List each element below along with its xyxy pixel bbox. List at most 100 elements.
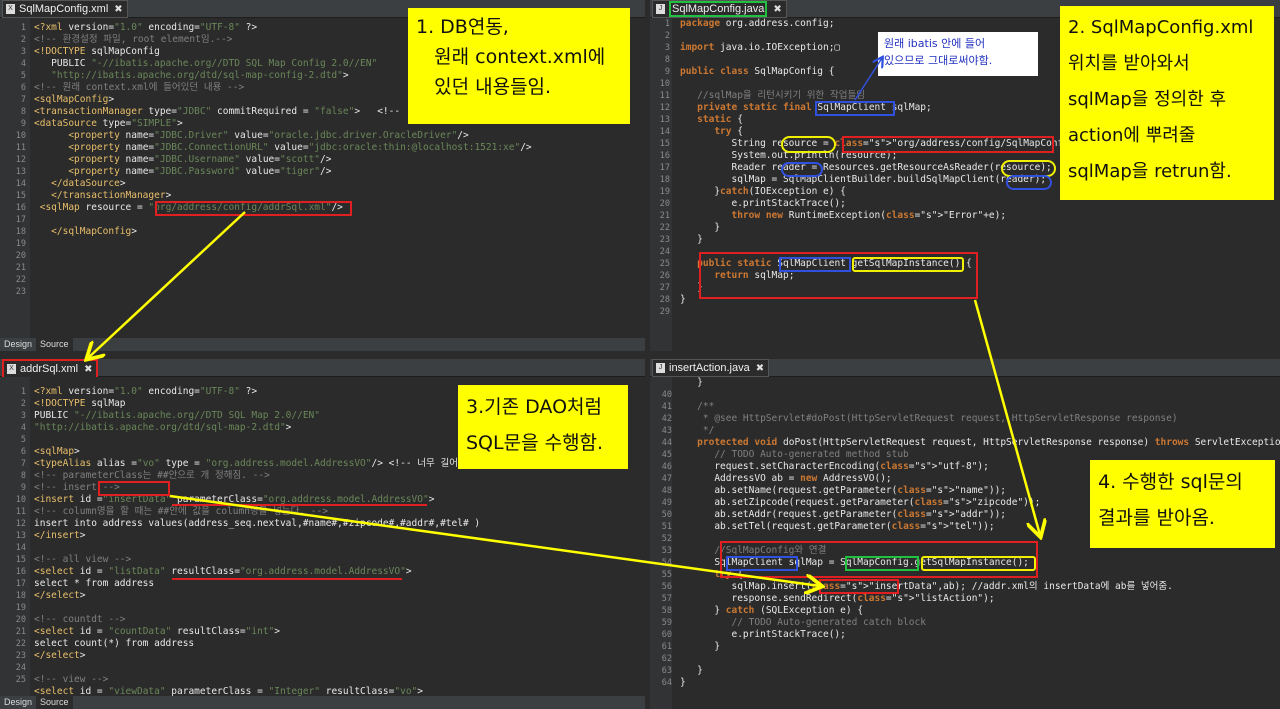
code-line[interactable]: <?xml version="1.0" encoding="UTF-8" ?> bbox=[34, 386, 480, 398]
tab-addrsql-xml[interactable]: XaddrSql.xml ✖ bbox=[2, 359, 99, 379]
code-line[interactable]: <!-- view --> bbox=[34, 674, 480, 686]
line-number: 62 bbox=[661, 654, 672, 664]
parameter-class-box bbox=[172, 491, 427, 506]
close-icon[interactable]: ✖ bbox=[773, 4, 781, 15]
code-line[interactable]: protected void doPost(HttpServletRequest… bbox=[680, 437, 1280, 449]
line-number: 51 bbox=[661, 522, 672, 532]
code-line[interactable]: "http://ibatis.apache.org/dtd/sql-map-2.… bbox=[34, 422, 480, 434]
line-number: 16 bbox=[659, 151, 670, 161]
source-tab[interactable]: Source bbox=[36, 696, 73, 709]
line-number: 12 bbox=[659, 103, 670, 113]
line-number: 50 bbox=[661, 510, 672, 520]
line-number: 15 bbox=[659, 139, 670, 149]
line-number: 10 bbox=[15, 131, 26, 141]
line-number: 58 bbox=[661, 606, 672, 616]
line-number: 52 bbox=[661, 534, 672, 544]
line-number: 3 bbox=[20, 47, 26, 57]
line-number: 15 bbox=[15, 191, 26, 201]
code-line[interactable]: <!-- countdt --> bbox=[34, 614, 480, 626]
code-line[interactable]: </sqlMapConfig> bbox=[34, 226, 532, 238]
code-line[interactable]: sqlMap.insert(class="s">"insertData",ab)… bbox=[680, 581, 1280, 593]
java-file-icon: J bbox=[656, 4, 665, 14]
code-line[interactable]: } bbox=[680, 641, 1280, 653]
code-line[interactable]: </dataSource> bbox=[34, 178, 532, 190]
code-line[interactable]: <select id = "countData" resultClass="in… bbox=[34, 626, 480, 638]
tab-sqlmapconfig-java[interactable]: J SqlMapConfig.java ✖ bbox=[652, 0, 787, 18]
code-line[interactable]: } catch (SQLException e) { bbox=[680, 605, 1280, 617]
insert-id-box bbox=[98, 481, 170, 496]
code-line[interactable]: <!DOCTYPE sqlMap bbox=[34, 398, 480, 410]
code-line[interactable]: } bbox=[680, 222, 1109, 234]
code-line[interactable]: } bbox=[680, 377, 1280, 389]
line-number: 17 bbox=[15, 215, 26, 225]
code-line[interactable] bbox=[680, 389, 1280, 401]
code-line[interactable]: throw new RuntimeException(class="s">"Er… bbox=[680, 210, 1109, 222]
code-line[interactable]: } bbox=[680, 665, 1280, 677]
editor-mode-tabs: Design Source bbox=[0, 696, 645, 709]
source-tab[interactable]: Source bbox=[36, 338, 73, 351]
line-number: 19 bbox=[15, 239, 26, 249]
line-number: 56 bbox=[661, 582, 672, 592]
code-line[interactable]: <typeAlias alias ="vo" type = "org.addre… bbox=[34, 458, 480, 470]
reader-arg-box bbox=[1006, 175, 1052, 190]
code-line[interactable]: <sqlMap> bbox=[34, 446, 480, 458]
code-line[interactable] bbox=[34, 286, 532, 298]
code-line[interactable]: e.printStackTrace(); bbox=[680, 629, 1280, 641]
code-line[interactable]: <!-- column명을 할 때는 ##안에 값을 column명을 넣는다.… bbox=[34, 506, 480, 518]
code-line[interactable] bbox=[34, 434, 480, 446]
code-line[interactable]: PUBLIC "-//ibatis.apache.org//DTD SQL Ma… bbox=[34, 410, 480, 422]
code-line[interactable] bbox=[34, 662, 480, 674]
code-line[interactable] bbox=[34, 250, 532, 262]
code-line[interactable] bbox=[34, 274, 532, 286]
line-number: 23 bbox=[659, 235, 670, 245]
code-line[interactable] bbox=[680, 653, 1280, 665]
line-number: 17 bbox=[15, 579, 26, 589]
line-number: 26 bbox=[659, 271, 670, 281]
code-line[interactable]: </insert> bbox=[34, 530, 480, 542]
sqlmap-resource-box bbox=[155, 201, 352, 216]
line-number: 41 bbox=[661, 402, 672, 412]
code-line[interactable]: /** bbox=[680, 401, 1280, 413]
line-number: 21 bbox=[659, 211, 670, 221]
close-icon[interactable]: ✖ bbox=[84, 364, 92, 375]
tab-sqlmapconfig-xml[interactable]: X SqlMapConfig.xml ✖ bbox=[2, 0, 128, 18]
code-line[interactable]: <property name="JDBC.ConnectionURL" valu… bbox=[34, 142, 531, 154]
line-number: 3 bbox=[664, 43, 670, 53]
close-icon[interactable]: ✖ bbox=[756, 363, 764, 374]
code-line[interactable] bbox=[34, 238, 532, 250]
code-line[interactable]: </select> bbox=[34, 650, 480, 662]
line-numbers: 1 2 3 4 5 6 7 8 9 10 11 12 13 14 15 16 17 18 19 20 21 22 23 24 2… bbox=[0, 386, 26, 686]
code-line[interactable]: <property name="JDBC.Password" value="ti… bbox=[34, 166, 532, 178]
code-line[interactable]: } bbox=[680, 677, 1280, 689]
line-number: 40 bbox=[661, 390, 672, 400]
design-tab[interactable]: Design bbox=[0, 696, 36, 709]
design-tab[interactable]: Design bbox=[0, 338, 36, 351]
code-line[interactable]: insert into address values(address_seq.n… bbox=[34, 518, 480, 530]
tab-insertaction-java[interactable]: JinsertAction.java ✖ bbox=[652, 359, 770, 377]
code-line[interactable]: response.sendRedirect(class="s">"listAct… bbox=[680, 593, 1280, 605]
code-line[interactable]: <property name="JDBC.Driver" value="orac… bbox=[34, 130, 532, 142]
code-line[interactable] bbox=[34, 262, 532, 274]
code-text[interactable]: <?xml version="1.0" encoding="UTF-8" ?> <… bbox=[34, 386, 480, 698]
code-line[interactable]: } bbox=[680, 234, 1109, 246]
code-line[interactable] bbox=[34, 602, 480, 614]
get-instance-call-box bbox=[921, 556, 1036, 571]
line-number: 23 bbox=[15, 287, 26, 297]
code-line[interactable]: */ bbox=[680, 425, 1280, 437]
line-number: 42 bbox=[661, 414, 672, 424]
line-number: 13 bbox=[659, 115, 670, 125]
line-numbers: 40 41 42 43 44 45 46 47 48 49 50 51 52 53 54 55 56 57 58 59… bbox=[650, 377, 672, 689]
code-line[interactable]: * @see HttpServlet#doPost(HttpServletReq… bbox=[680, 413, 1280, 425]
code-line[interactable]: </select> bbox=[34, 590, 480, 602]
code-line[interactable]: e.printStackTrace(); bbox=[680, 198, 1109, 210]
code-line[interactable]: select count(*) from address bbox=[34, 638, 480, 650]
code-line[interactable] bbox=[680, 78, 1109, 90]
code-line[interactable] bbox=[34, 542, 480, 554]
insert-data-arg-box bbox=[819, 579, 899, 594]
code-line[interactable] bbox=[680, 306, 1109, 318]
code-line[interactable]: package org.address.config; bbox=[680, 18, 1109, 30]
close-icon[interactable]: ✖ bbox=[114, 4, 122, 15]
line-number: 61 bbox=[661, 642, 672, 652]
code-line[interactable]: // TODO Auto-generated catch block bbox=[680, 617, 1280, 629]
code-line[interactable]: <property name="JDBC.Username" value="sc… bbox=[34, 154, 532, 166]
